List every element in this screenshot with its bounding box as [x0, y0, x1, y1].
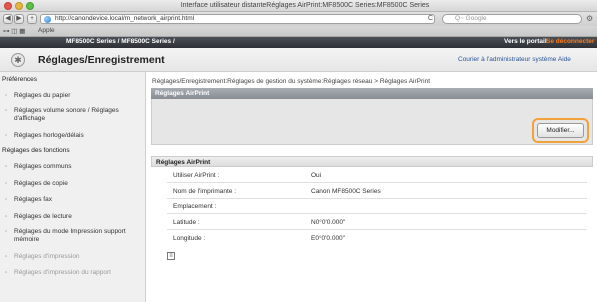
sidebar-item-print[interactable]: Réglages d'impression — [5, 253, 80, 261]
gear-icon[interactable]: ⚙ — [586, 14, 593, 23]
row-label-printer-name: Nom de l'imprimante : — [173, 188, 237, 195]
help-link[interactable]: Aide — [558, 56, 571, 63]
product-name: MF8500C Series / MF8500C Series / — [66, 38, 175, 45]
close-window-icon[interactable] — [4, 2, 12, 10]
sidebar-item-paper[interactable]: Réglages du papier — [5, 92, 70, 100]
panel-action-area — [151, 99, 593, 145]
sidebar: Préférences Réglages du papier Réglages … — [0, 72, 146, 302]
row-divider — [167, 182, 587, 183]
header-links: Courier à l'administrateur système Aide — [458, 56, 571, 63]
print-page-icon[interactable]: ≡ — [167, 252, 175, 260]
row-value-longitude: E0°0'0.000" — [311, 235, 345, 242]
window-titlebar: Interface utilisateur distanteRéglages A… — [0, 0, 597, 12]
sidebar-item-volume-display[interactable]: Réglages volume sonore / Réglages d'affi… — [5, 107, 134, 123]
sidebar-item-memory-print[interactable]: Réglages du mode Impression support mémo… — [5, 228, 136, 244]
portal-link[interactable]: Vers le portail — [504, 38, 547, 45]
bookmark-apple[interactable]: Apple — [38, 27, 55, 34]
row-divider — [167, 229, 587, 230]
breadcrumb: Réglages/Enregistrement:Réglages de gest… — [152, 78, 431, 85]
url-text: http://canondevice.local/m_network_airpr… — [55, 15, 195, 22]
page-header: ✱ Réglages/Enregistrement Courier à l'ad… — [0, 48, 597, 72]
minimize-window-icon[interactable] — [15, 2, 23, 10]
row-value-latitude: N0°0'0.000" — [311, 219, 346, 226]
row-label-longitude: Longitude : — [173, 235, 206, 242]
search-placeholder: Q~ Google — [455, 15, 487, 22]
row-divider — [167, 213, 587, 214]
sidebar-section-functions: Réglages des fonctions — [2, 147, 70, 154]
modify-button[interactable]: Modifier... — [537, 123, 584, 138]
sidebar-item-copy[interactable]: Réglages de copie — [5, 180, 68, 188]
reload-button[interactable]: C — [428, 15, 433, 22]
add-bookmark-button[interactable]: + — [27, 14, 37, 24]
panel-title: Réglages AirPrint — [151, 88, 593, 99]
sidebar-section-preferences: Préférences — [2, 76, 38, 83]
search-input[interactable]: Q~ Google — [442, 14, 582, 24]
page-title: Réglages/Enregistrement — [38, 54, 165, 66]
sidebar-item-report-print[interactable]: Réglages d'impression du rapport — [5, 269, 111, 277]
settings-wrench-icon: ✱ — [11, 53, 25, 67]
forward-button[interactable]: ▶ — [14, 14, 24, 24]
row-label-use-airprint: Utiliser AirPrint : — [173, 172, 220, 179]
back-button[interactable]: ◀ — [3, 14, 13, 24]
sidebar-item-clock[interactable]: Réglages horloge/délais — [5, 132, 84, 140]
row-divider — [167, 198, 587, 199]
url-field[interactable]: http://canondevice.local/m_network_airpr… — [40, 14, 435, 24]
zoom-window-icon[interactable] — [26, 2, 34, 10]
browser-toolbar: ◀ ▶ + http://canondevice.local/m_network… — [0, 12, 597, 26]
sidebar-item-scan[interactable]: Réglages de lecture — [5, 213, 72, 221]
device-header-bar: MF8500C Series / MF8500C Series / Vers l… — [0, 37, 597, 48]
sidebar-item-fax[interactable]: Réglages fax — [5, 196, 52, 204]
row-value-use-airprint: Oui — [311, 172, 322, 179]
show-all-bookmarks-icon[interactable]: ⊶ ◫ ▦ — [3, 27, 25, 35]
site-globe-icon — [44, 16, 51, 23]
logout-link[interactable]: Se déconnecter — [546, 38, 594, 45]
window-title: Interface utilisateur distanteRéglages A… — [180, 2, 430, 9]
bookmarks-bar: ⊶ ◫ ▦ Apple — [0, 26, 597, 37]
sidebar-item-common[interactable]: Réglages communs — [5, 163, 72, 171]
row-label-location: Emplacement : — [173, 203, 217, 210]
section-title: Réglages AirPrint — [151, 156, 593, 167]
row-value-printer-name: Canon MF8500C Series — [311, 188, 381, 195]
row-label-latitude: Latitude : — [173, 219, 200, 226]
admin-mail-link[interactable]: Courier à l'administrateur système — [458, 56, 556, 63]
